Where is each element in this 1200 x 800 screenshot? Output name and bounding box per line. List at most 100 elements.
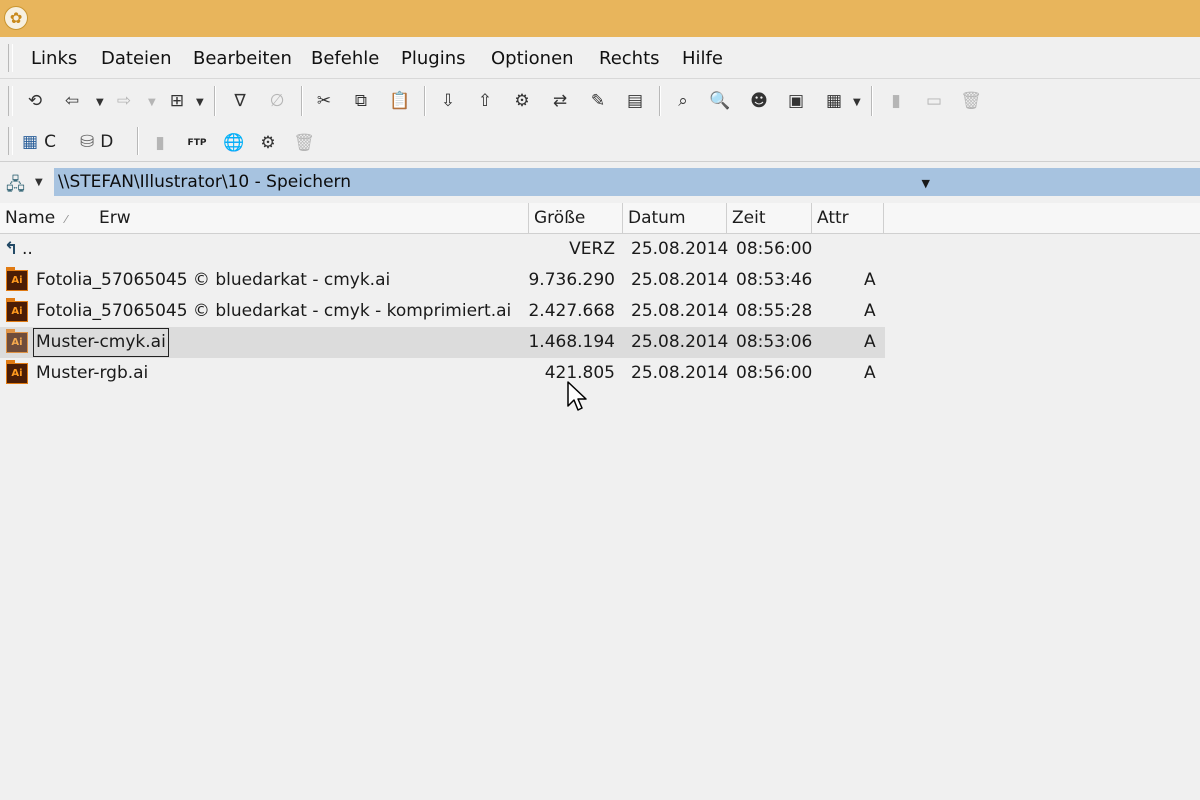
drive-d-button[interactable]: ⛁ D — [80, 128, 113, 156]
menu-dateien[interactable]: Dateien — [101, 48, 172, 69]
main-toolbar: ⟲ ⇦ ▼ ⇨ ▼ ⊞ ▼ ∇ ∅ ✂ ⧉ 📋 ⇩ ⇧ ⚙ ⇄ ✎ ▤ ⌕ 🔍 … — [0, 80, 1200, 122]
binoculars-icon[interactable]: ⌕ — [669, 87, 697, 115]
search-icon[interactable]: 🔍 — [706, 87, 734, 115]
network-icon[interactable]: 🖧 — [6, 172, 25, 201]
book-icon[interactable]: ▮ — [146, 129, 174, 157]
sort-ascending-icon: ⁄ — [65, 213, 67, 226]
network-dropdown-icon[interactable]: ▼ — [35, 177, 43, 188]
title-bar: ✿ — [0, 0, 1200, 37]
properties-icon[interactable]: ⚙ — [508, 87, 536, 115]
file-attr: A — [864, 270, 876, 290]
file-name: Muster-rgb.ai — [36, 363, 149, 383]
file-time: 08:56:00 — [736, 363, 813, 383]
path-bar: 🖧 ▼ \\STEFAN\Illustrator\10 - Speichern … — [0, 165, 1200, 199]
header-ext[interactable]: Erw — [94, 203, 529, 233]
file-attr: A — [864, 301, 876, 321]
file-date: 25.08.2014 — [631, 332, 729, 352]
preview-icon[interactable]: ▭ — [920, 87, 948, 115]
user-icon[interactable]: ☻ — [745, 87, 773, 115]
file-time: 08:53:06 — [736, 332, 813, 352]
copy-icon[interactable]: ⧉ — [347, 87, 375, 115]
illustrator-file-icon: Ai — [6, 298, 28, 322]
recycle-icon[interactable]: 🗑 — [290, 129, 318, 157]
file-attr: A — [864, 332, 876, 352]
toolbar-separator — [424, 86, 426, 116]
forward-dropdown-icon[interactable]: ▼ — [148, 97, 156, 108]
mouse-pointer-icon — [567, 381, 587, 411]
illustrator-file-icon: Ai — [6, 360, 28, 384]
select-icon[interactable]: ⊞ — [163, 87, 191, 115]
list-item-selected[interactable]: Ai Muster-cmyk.ai 1.468.194 25.08.2014 0… — [0, 327, 885, 358]
list-item[interactable]: Ai Muster-rgb.ai 421.805 25.08.2014 08:5… — [0, 358, 885, 389]
drive-d-label: D — [100, 132, 114, 152]
menu-optionen[interactable]: Optionen — [491, 48, 574, 69]
menu-bar: Links Dateien Bearbeiten Befehle Plugins… — [0, 38, 1200, 79]
forward-arrow-icon[interactable]: ⇨ — [110, 87, 138, 115]
menu-plugins[interactable]: Plugins — [401, 48, 465, 69]
windows-drive-icon: ▦ — [22, 132, 39, 152]
list-item[interactable]: Ai Fotolia_57065045 © bluedarkat - cmyk.… — [0, 265, 885, 296]
header-name[interactable]: Name ⁄ — [0, 203, 88, 233]
header-time[interactable]: Zeit — [727, 203, 812, 233]
header-attr[interactable]: Attr — [812, 203, 884, 233]
compare-icon[interactable]: ▤ — [621, 87, 649, 115]
select-dropdown-icon[interactable]: ▼ — [196, 97, 204, 108]
file-time: 08:56:00 — [736, 239, 813, 259]
ftp-icon[interactable]: FTP — [183, 129, 211, 157]
file-name: Muster-cmyk.ai — [33, 328, 169, 357]
settings-icon[interactable]: ⚙ — [254, 129, 282, 157]
back-dropdown-icon[interactable]: ▼ — [96, 97, 104, 108]
book-icon[interactable]: ▮ — [882, 87, 910, 115]
path-history-dropdown-icon[interactable]: ▼ — [922, 170, 930, 198]
file-name: Fotolia_57065045 © bluedarkat - cmyk - k… — [36, 301, 512, 321]
file-date: 25.08.2014 — [631, 239, 729, 259]
menu-befehle[interactable]: Befehle — [311, 48, 379, 69]
file-time: 08:55:28 — [736, 301, 813, 321]
header-date[interactable]: Datum — [623, 203, 727, 233]
file-size: 9.736.290 — [528, 270, 615, 290]
paste-icon[interactable]: 📋 — [386, 87, 414, 115]
drive-toolbar — [0, 123, 1200, 162]
menu-rechts[interactable]: Rechts — [599, 48, 660, 69]
drive-c-label: C — [44, 132, 56, 152]
drive-c-button[interactable]: ▦ C — [22, 128, 56, 156]
file-attr: A — [864, 363, 876, 383]
list-item-parent[interactable]: ↰ .. VERZ 25.08.2014 08:56:00 — [0, 234, 885, 265]
file-time: 08:53:46 — [736, 270, 813, 290]
trash-icon[interactable]: 🗑 — [957, 87, 985, 115]
filter-icon[interactable]: ∇ — [226, 87, 254, 115]
path-field[interactable]: \\STEFAN\Illustrator\10 - Speichern ▼ — [54, 168, 1200, 196]
menu-bearbeiten[interactable]: Bearbeiten — [193, 48, 292, 69]
tree-icon[interactable]: ✿ — [4, 6, 28, 30]
illustrator-file-icon: Ai — [6, 267, 28, 291]
download-icon[interactable]: ⇩ — [434, 87, 462, 115]
toolbar-grip[interactable] — [8, 86, 13, 116]
toolbar-separator — [214, 86, 216, 116]
rename-icon[interactable]: ✎ — [584, 87, 612, 115]
header-size[interactable]: Größe — [529, 203, 623, 233]
list-item[interactable]: Ai Fotolia_57065045 © bluedarkat - cmyk … — [0, 296, 885, 327]
upload-icon[interactable]: ⇧ — [471, 87, 499, 115]
menu-hilfe[interactable]: Hilfe — [682, 48, 723, 69]
toolbar-separator — [301, 86, 303, 116]
toolbar-separator — [871, 86, 873, 116]
parent-folder-icon: ↰ — [4, 239, 19, 259]
file-name: .. — [22, 239, 33, 259]
column-header: Name ⁄ Erw Größe Datum Zeit Attr — [0, 203, 1200, 234]
file-name: Fotolia_57065045 © bluedarkat - cmyk.ai — [36, 270, 391, 290]
menu-links[interactable]: Links — [31, 48, 77, 69]
back-arrow-icon[interactable]: ⇦ — [58, 87, 86, 115]
view-dropdown-icon[interactable]: ▼ — [853, 97, 861, 108]
file-size: 2.427.668 — [528, 301, 615, 321]
console-icon[interactable]: ▣ — [782, 87, 810, 115]
no-filter-icon[interactable]: ∅ — [263, 87, 291, 115]
file-list[interactable]: ↰ .. VERZ 25.08.2014 08:56:00 Ai Fotolia… — [0, 234, 1200, 800]
drive-toolbar-grip[interactable] — [8, 127, 13, 155]
toolbar-separator — [137, 127, 139, 155]
sync-icon[interactable]: ⇄ — [546, 87, 574, 115]
view-icon[interactable]: ▦ — [820, 87, 848, 115]
menu-grip[interactable] — [8, 44, 13, 72]
refresh-icon[interactable]: ⟲ — [21, 87, 49, 115]
cut-icon[interactable]: ✂ — [310, 87, 338, 115]
globe-icon[interactable]: 🌐 — [220, 129, 248, 157]
